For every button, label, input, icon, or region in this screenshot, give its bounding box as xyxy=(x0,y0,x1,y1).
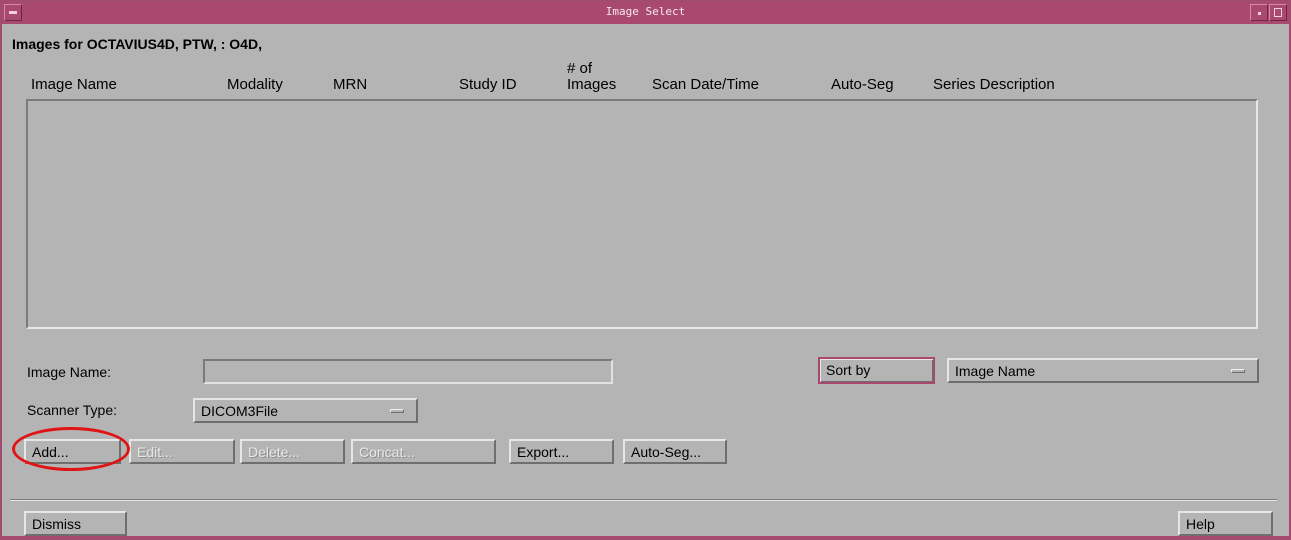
auto-seg-button[interactable]: Auto-Seg... xyxy=(623,439,727,464)
edit-button[interactable]: Edit... xyxy=(129,439,235,464)
scanner-type-value: DICOM3File xyxy=(201,403,279,419)
column-header-num-images-line1: # of xyxy=(567,60,593,77)
sort-by-button[interactable]: Sort by xyxy=(818,357,935,384)
dismiss-button[interactable]: Dismiss xyxy=(24,511,127,536)
images-for-header: Images for OCTAVIUS4D, PTW, : O4D, xyxy=(12,36,262,52)
separator xyxy=(10,499,1277,501)
title-bar[interactable]: Image Select xyxy=(2,2,1289,24)
column-header-num-images-line2: Images xyxy=(567,76,617,93)
delete-button[interactable]: Delete... xyxy=(240,439,345,464)
column-header-scan-date: Scan Date/Time xyxy=(652,76,759,93)
sort-by-dropdown[interactable]: Image Name xyxy=(947,358,1259,383)
help-button[interactable]: Help xyxy=(1178,511,1273,536)
minimize-button[interactable] xyxy=(1250,4,1268,21)
sort-by-value: Image Name xyxy=(955,363,1036,379)
column-header-modality: Modality xyxy=(227,76,283,93)
add-button[interactable]: Add... xyxy=(24,439,121,464)
image-name-label: Image Name: xyxy=(27,364,112,380)
column-header-series-description: Series Description xyxy=(933,76,1055,93)
export-button[interactable]: Export... xyxy=(509,439,614,464)
image-select-window: Image Select Images for OCTAVIUS4D, PTW,… xyxy=(0,0,1291,540)
maximize-icon xyxy=(1274,8,1282,17)
scanner-type-label: Scanner Type: xyxy=(27,402,118,418)
image-name-field[interactable] xyxy=(203,359,613,384)
column-header-auto-seg: Auto-Seg xyxy=(831,76,894,93)
window-title: Image Select xyxy=(605,5,686,18)
concat-button[interactable]: Concat... xyxy=(351,439,496,464)
scanner-type-dropdown[interactable]: DICOM3File xyxy=(193,398,418,423)
window-bottom-border xyxy=(2,536,1289,538)
column-header-study-id: Study ID xyxy=(459,76,517,93)
column-header-mrn: MRN xyxy=(333,76,368,93)
dropdown-indicator-icon xyxy=(390,409,404,413)
column-header-image-name: Image Name xyxy=(31,76,117,93)
minimize-icon xyxy=(1258,12,1261,15)
dropdown-indicator-icon xyxy=(1231,369,1245,373)
maximize-button[interactable] xyxy=(1269,4,1287,21)
image-list[interactable] xyxy=(26,99,1258,329)
